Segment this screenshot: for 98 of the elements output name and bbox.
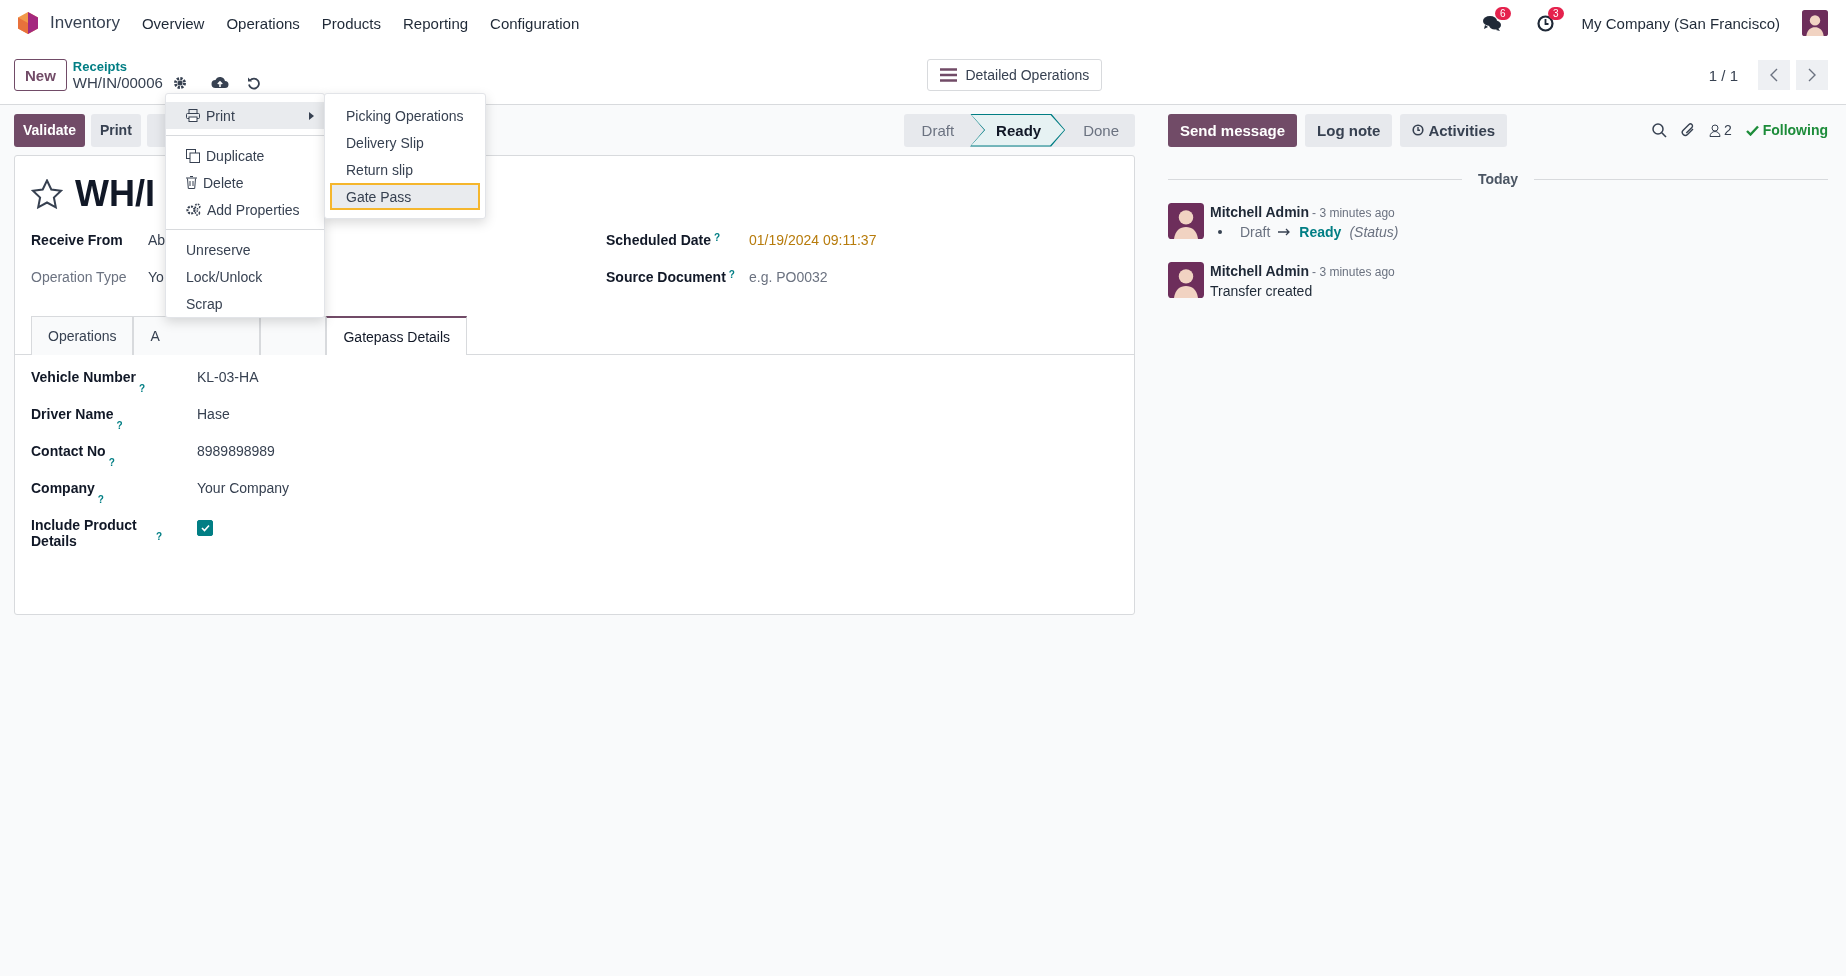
arrow-icon [1278,228,1292,236]
printer-icon [186,109,200,122]
help-marker[interactable]: ? [116,420,123,431]
checkbox[interactable] [197,520,213,536]
action-button[interactable]: Print [90,113,141,147]
menu-item[interactable]: Scrap [166,290,324,317]
undo-icon[interactable] [246,75,261,90]
person-icon [1708,123,1721,137]
avatar [1802,10,1828,36]
menu-item[interactable]: Lock/Unlock [166,263,324,290]
view-button[interactable]: Detailed Operations [927,59,1103,91]
field-label: Company [31,480,95,496]
paperclip-icon[interactable] [1680,122,1695,138]
new-button[interactable]: New [14,59,67,91]
app-logo[interactable] [18,12,38,34]
menu-item[interactable]: Print [166,102,324,129]
menu-item[interactable]: Duplicate [166,142,324,169]
field-value[interactable]: Yo [148,269,164,285]
following-button[interactable]: Following [1745,122,1828,138]
copy-icon [186,148,200,163]
avatar [1168,262,1204,298]
cloud-upload-icon[interactable] [210,76,229,89]
search-icon[interactable] [1651,122,1667,138]
menu-item[interactable]: Return slip [325,156,485,183]
breadcrumb-link[interactable]: Receipts [72,59,261,74]
field-value[interactable]: Your Company [197,480,290,517]
menu-item[interactable]: Products [321,14,382,32]
date-separator: Today [1477,171,1519,187]
menu-item[interactable]: Delete [166,169,324,196]
menu-item[interactable]: Reporting [403,14,469,32]
help-marker[interactable]: ? [714,232,721,243]
gears-icon [186,203,201,216]
record-name: WH/IN/00006 [72,74,163,91]
field-value[interactable]: Hase [197,406,230,443]
badge: 3 [1548,6,1564,20]
pager-value[interactable]: 1 / 1 [1708,66,1738,84]
field-label: Operation Type [31,269,127,285]
followers-button[interactable]: 2 [1708,122,1732,138]
caret-icon [309,111,314,120]
gear-icon[interactable] [172,75,187,90]
field-label: Include Product Details [31,517,138,549]
field-value[interactable]: 8989898989 [197,443,275,480]
chatter-button[interactable]: Send message [1168,113,1298,147]
field-label: Vehicle Number [31,369,137,385]
menu-item[interactable]: Delivery Slip [325,129,485,156]
badge: 6 [1495,7,1511,20]
date-field[interactable]: 01/19/2024 09:11:37 [749,232,877,248]
help-marker[interactable]: ? [728,269,735,280]
help-marker[interactable]: ? [156,531,163,542]
chatter-button[interactable]: Log note [1305,113,1393,147]
tab[interactable]: Gatepass Details [326,316,468,355]
field-label: Driver Name [31,406,114,422]
menu-item[interactable]: Add Properties [166,196,324,223]
check-icon [200,524,210,532]
clock-icon[interactable] [1536,14,1554,32]
menu-item[interactable]: Operations [226,14,300,32]
menu-item[interactable]: Configuration [490,14,580,32]
menu-item[interactable]: Unreserve [166,236,324,263]
check-icon [1745,124,1759,136]
help-marker[interactable]: ? [139,383,146,394]
status-step[interactable]: Draft [903,113,971,147]
avatar [1168,203,1204,239]
chevron-right-icon [1808,68,1816,82]
field-label: Source Document [606,269,726,285]
chevron-left-icon [1770,68,1778,82]
message-author[interactable]: Mitchell Admin [1210,204,1310,220]
message-author[interactable]: Mitchell Admin [1210,263,1310,279]
message-time: - 3 minutes ago [1312,206,1395,220]
status-step[interactable]: Done [1065,113,1135,147]
menu-item[interactable]: Overview [141,14,205,32]
record-title: WH/I [75,173,155,215]
trash-icon [186,176,197,189]
help-marker[interactable]: ? [108,457,115,468]
chatter-button[interactable]: Activities [1400,113,1508,147]
chat-icon[interactable] [1482,15,1501,31]
message-time: - 3 minutes ago [1312,265,1395,279]
clock-icon [1412,124,1425,136]
field-label: Contact No [31,443,106,459]
field-label: Receive From [31,232,123,248]
tab[interactable]: A [133,316,261,355]
company-switcher[interactable]: My Company (San Francisco) [1581,14,1780,32]
field-label: Scheduled Date [606,232,712,248]
tab[interactable]: Operations [31,316,134,355]
help-marker[interactable]: ? [97,494,104,505]
new-value: Ready [1299,224,1342,240]
field-name: (Status) [1349,224,1399,240]
input-field[interactable]: e.g. PO0032 [749,269,828,285]
field-value[interactable]: KL-03-HA [197,369,259,406]
star-icon[interactable] [31,179,63,209]
message-body: Transfer created [1210,283,1314,299]
list-icon [940,68,958,82]
status-step[interactable]: Ready [970,113,1066,147]
menu-item[interactable]: Picking Operations [325,102,485,129]
old-value: Draft [1240,224,1271,240]
menu-item[interactable]: Gate Pass [330,183,480,210]
field-value[interactable]: Ab [148,232,166,248]
app-name[interactable]: Inventory [50,13,120,33]
action-button[interactable]: Validate [14,113,85,147]
